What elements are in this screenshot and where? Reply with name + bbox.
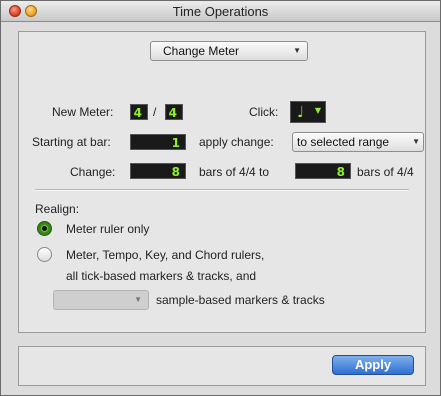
starting-at-bar-label: Starting at bar: — [32, 135, 111, 149]
bars-of-to-text: bars of 4/4 to — [199, 165, 270, 179]
new-meter-label: New Meter: — [52, 105, 114, 119]
starting-bar-field[interactable]: 1 — [130, 134, 186, 150]
meter-ruler-only-label: Meter ruler only — [66, 222, 150, 236]
time-operations-window: Time Operations Change Meter ▼ New Meter… — [0, 0, 441, 396]
sample-based-popup[interactable]: ▼ — [53, 290, 149, 310]
meter-denominator-field[interactable]: 4 — [165, 104, 183, 120]
click-note-selector[interactable]: ♩ ▼ — [290, 101, 326, 123]
change-label: Change: — [70, 165, 116, 179]
main-panel: Change Meter ▼ New Meter: 4 / 4 Click: ♩… — [18, 31, 426, 333]
meter-separator: / — [153, 105, 157, 119]
apply-change-popup[interactable]: to selected range ▼ — [292, 132, 424, 152]
all-rulers-label: Meter, Tempo, Key, and Chord rulers, — [66, 248, 265, 262]
window-title: Time Operations — [172, 4, 269, 19]
operation-mode-popup[interactable]: Change Meter ▼ — [150, 41, 308, 61]
radio-meter-ruler-only[interactable] — [37, 221, 52, 236]
radio-all-rulers[interactable] — [37, 247, 52, 262]
click-label: Click: — [249, 105, 279, 119]
apply-change-arrow-icon: ▼ — [412, 137, 420, 146]
change-to-bars-field[interactable]: 8 — [295, 163, 351, 179]
popup-arrow-icon: ▼ — [293, 46, 301, 55]
quarter-note-icon: ♩ — [297, 103, 305, 121]
operation-mode-value: Change Meter — [163, 44, 240, 58]
click-dropdown-arrow-icon: ▼ — [314, 106, 321, 115]
sample-based-label: sample-based markers & tracks — [156, 293, 325, 307]
apply-change-label: apply change: — [199, 135, 274, 149]
divider — [35, 189, 409, 191]
apply-button[interactable]: Apply — [332, 355, 414, 375]
apply-change-value: to selected range — [297, 135, 390, 149]
bars-of-end-text: bars of 4/4 — [357, 165, 414, 179]
realign-label: Realign: — [35, 202, 80, 216]
meter-numerator-field[interactable]: 4 — [130, 104, 148, 120]
sample-popup-arrow-icon: ▼ — [134, 295, 142, 304]
button-bar: Apply — [18, 346, 426, 386]
tick-based-markers-label: all tick-based markers & tracks, and — [66, 269, 257, 283]
change-from-bars-field[interactable]: 8 — [130, 163, 186, 179]
title-bar: Time Operations — [1, 1, 440, 22]
